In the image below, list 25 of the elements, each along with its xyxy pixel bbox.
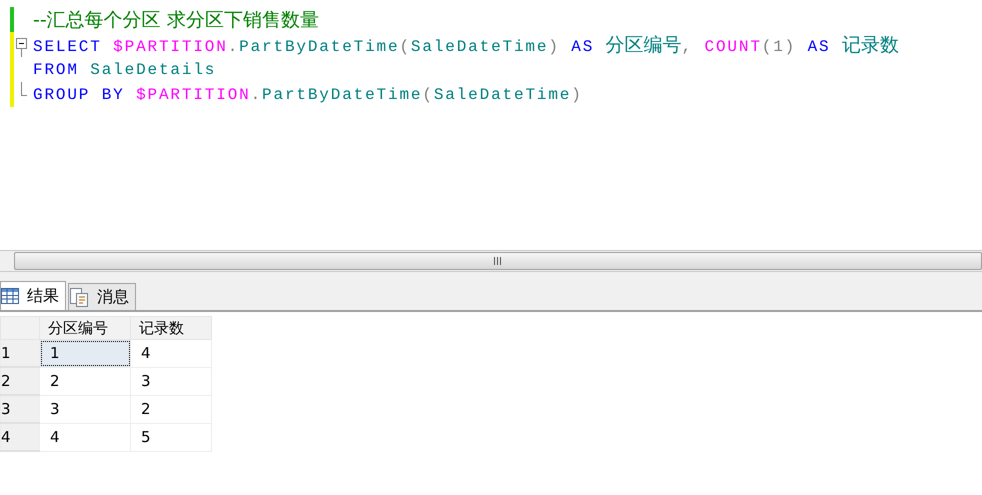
code-line: SELECT $PARTITION.PartByDateTime(SaleDateTime) AS 分区编号, COUNT(1) AS 记录数 xyxy=(33,32,899,58)
table-cell[interactable]: 4 xyxy=(40,423,130,451)
table-cell[interactable]: 2 xyxy=(130,395,212,423)
column-header[interactable]: 记录数 xyxy=(130,316,212,340)
code-line: GROUP BY $PARTITION.PartByDateTime(SaleDateTime) xyxy=(33,86,583,104)
scrollbar-thumb[interactable] xyxy=(14,252,982,270)
corner-cell xyxy=(0,316,40,340)
grid-icon xyxy=(1,288,19,304)
table-cell[interactable]: 5 xyxy=(130,423,212,451)
results-tab[interactable]: 结果 xyxy=(0,281,66,310)
column-header[interactable]: 分区编号 xyxy=(40,316,130,340)
document-icon xyxy=(69,287,89,307)
row-header[interactable]: 3 xyxy=(0,395,40,423)
results-tab[interactable]: 消息 xyxy=(68,283,136,310)
code-line: FROM SaleDetails xyxy=(33,60,216,78)
row-header[interactable]: 1 xyxy=(0,340,40,367)
row-header[interactable]: 2 xyxy=(0,367,40,395)
table-cell[interactable]: 2 xyxy=(40,367,130,395)
table-cell[interactable]: 1 xyxy=(40,340,130,367)
row-header[interactable]: 4 xyxy=(0,423,40,451)
table-cell[interactable]: 4 xyxy=(130,340,212,367)
code-comment: --汇总每个分区 求分区下销售数量 xyxy=(33,8,319,32)
query-editor[interactable]: --汇总每个分区 求分区下销售数量 SELECT $PARTITION.PartByDateTime(SaleDateTime) AS 分区编号, COUNT(1) AS 记录数 FROM SaleDetails GROUP BY $PARTITION.PartByDateTime(SaleDateTime) xyxy=(0,0,982,250)
table-cell[interactable]: 3 xyxy=(40,395,130,423)
table-cell[interactable]: 3 xyxy=(130,367,212,395)
